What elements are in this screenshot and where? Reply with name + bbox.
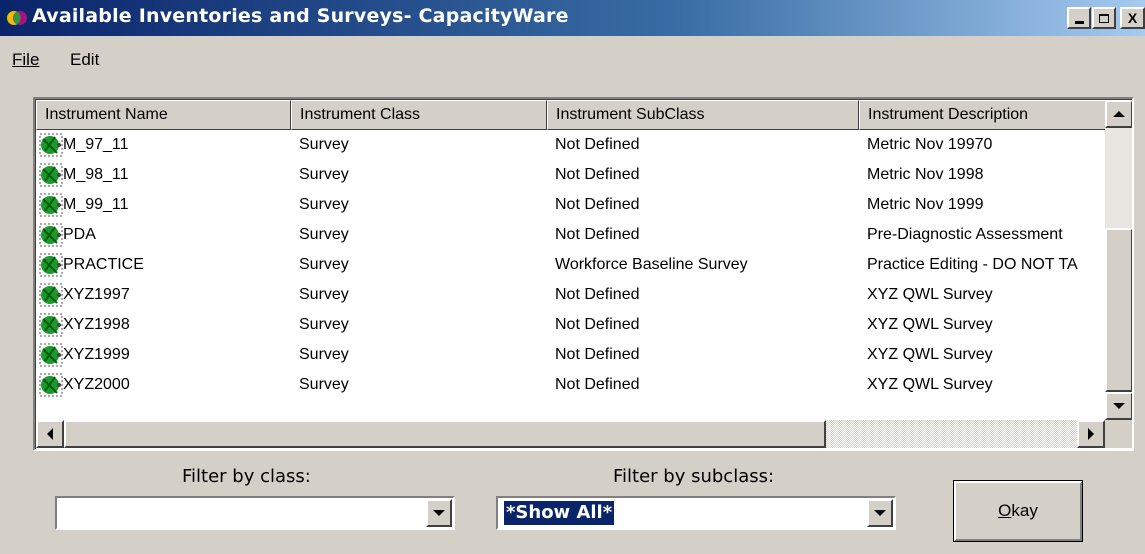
scroll-down-button[interactable] xyxy=(1105,392,1132,420)
menu-edit[interactable]: Edit xyxy=(70,50,99,70)
cell-subclass: Not Defined xyxy=(555,166,640,183)
close-button[interactable]: X xyxy=(1120,7,1145,29)
table-row[interactable]: XYZ2000 Survey Not Defined XYZ QWL Survey xyxy=(36,370,1106,400)
survey-instrument-icon xyxy=(39,313,63,337)
cell-class: Survey xyxy=(299,316,349,333)
cell-name: XYZ1997 xyxy=(63,286,130,303)
column-header-instrument-subclass[interactable]: Instrument SubClass xyxy=(547,100,859,130)
cell-subclass: Not Defined xyxy=(555,136,640,153)
menu-edit-label: Edit xyxy=(70,50,100,69)
cell-name: XYZ1999 xyxy=(63,346,130,363)
okay-button[interactable]: Okay xyxy=(953,480,1083,542)
scroll-left-button[interactable] xyxy=(36,420,64,448)
column-header-instrument-description[interactable]: Instrument Description xyxy=(859,100,1109,130)
cell-class: Survey xyxy=(299,166,349,183)
cell-subclass: Workforce Baseline Survey xyxy=(555,256,748,273)
table-row[interactable]: M_98_11 Survey Not Defined Metric Nov 1998 xyxy=(36,160,1106,190)
survey-instrument-icon xyxy=(39,373,63,397)
table-row[interactable]: XYZ1997 Survey Not Defined XYZ QWL Survey xyxy=(36,280,1106,310)
cell-class: Survey xyxy=(299,376,349,393)
cell-name: XYZ2000 xyxy=(63,376,130,393)
table-row[interactable]: XYZ1998 Survey Not Defined XYZ QWL Survey xyxy=(36,310,1106,340)
cell-class: Survey xyxy=(299,136,349,153)
cell-subclass: Not Defined xyxy=(555,316,640,333)
filter-class-dropdown-button[interactable] xyxy=(426,499,452,527)
filter-subclass-value: *Show All* xyxy=(502,500,616,526)
cell-name: M_99_11 xyxy=(63,196,129,213)
table-row[interactable]: M_97_11 Survey Not Defined Metric Nov 19970 xyxy=(36,130,1106,160)
cell-subclass: Not Defined xyxy=(555,346,640,363)
horizontal-scrollbar[interactable] xyxy=(36,420,1105,448)
maximize-button[interactable] xyxy=(1092,7,1116,29)
menu-file-label: File xyxy=(12,50,40,69)
cell-description: Metric Nov 19970 xyxy=(867,136,993,153)
chevron-down-icon xyxy=(433,510,445,516)
survey-instrument-icon xyxy=(39,133,63,157)
chevron-down-icon xyxy=(874,510,886,516)
vertical-scroll-thumb[interactable] xyxy=(1105,228,1132,392)
cell-subclass: Not Defined xyxy=(555,226,640,243)
minimize-icon xyxy=(1074,20,1084,24)
cell-subclass: Not Defined xyxy=(555,196,640,213)
cell-subclass: Not Defined xyxy=(555,376,640,393)
table-row[interactable]: M_99_11 Survey Not Defined Metric Nov 1999 xyxy=(36,190,1106,220)
table-row[interactable]: PDA Survey Not Defined Pre-Diagnostic Asses… xyxy=(36,220,1106,250)
scroll-right-button[interactable] xyxy=(1077,420,1105,448)
cell-description: XYZ QWL Survey xyxy=(867,286,993,303)
instrument-grid[interactable]: Instrument Name Instrument Class Instrum… xyxy=(33,97,1134,451)
table-row[interactable]: PRACTICE Survey Workforce Baseline Survey P… xyxy=(36,250,1106,280)
cell-description: XYZ QWL Survey xyxy=(867,316,993,333)
vertical-scrollbar[interactable] xyxy=(1105,100,1132,420)
arrow-right-icon xyxy=(1088,428,1094,440)
cell-name: M_98_11 xyxy=(63,166,129,183)
filter-subclass-dropdown-button[interactable] xyxy=(867,499,893,527)
column-header-instrument-class[interactable]: Instrument Class xyxy=(291,100,547,130)
close-icon: X xyxy=(1127,10,1138,26)
horizontal-scroll-thumb[interactable] xyxy=(64,420,826,448)
scroll-up-button[interactable] xyxy=(1105,100,1132,128)
survey-instrument-icon xyxy=(39,163,63,187)
survey-instrument-icon xyxy=(39,283,63,307)
cell-class: Survey xyxy=(299,226,349,243)
survey-instrument-icon xyxy=(39,343,63,367)
cell-class: Survey xyxy=(299,196,349,213)
cell-class: Survey xyxy=(299,256,349,273)
survey-instrument-icon xyxy=(39,193,63,217)
filter-subclass-dropdown[interactable]: *Show All* xyxy=(496,496,896,530)
cell-subclass: Not Defined xyxy=(555,286,640,303)
cell-name: PDA xyxy=(63,226,96,243)
filter-subclass-label: Filter by subclass: xyxy=(613,466,775,487)
cell-description: Metric Nov 1998 xyxy=(867,166,984,183)
menu-file[interactable]: File xyxy=(12,50,39,70)
app-logo-icon xyxy=(7,11,27,25)
arrow-left-icon xyxy=(47,428,53,440)
arrow-down-icon xyxy=(1113,403,1125,409)
filter-class-label: Filter by class: xyxy=(182,466,311,487)
cell-description: Metric Nov 1999 xyxy=(867,196,984,213)
cell-name: XYZ1998 xyxy=(63,316,130,333)
cell-description: XYZ QWL Survey xyxy=(867,346,993,363)
cell-name: M_97_11 xyxy=(63,136,129,153)
cell-description: XYZ QWL Survey xyxy=(867,376,993,393)
okay-button-label: Okay xyxy=(998,501,1038,520)
window-title: Available Inventories and Surveys- Capac… xyxy=(32,5,569,27)
filter-class-dropdown[interactable] xyxy=(55,496,455,530)
cell-description: Practice Editing - DO NOT TA xyxy=(867,256,1078,273)
survey-instrument-icon xyxy=(39,223,63,247)
cell-name: PRACTICE xyxy=(63,256,144,273)
table-row[interactable]: XYZ1999 Survey Not Defined XYZ QWL Survey xyxy=(36,340,1106,370)
column-header-instrument-name[interactable]: Instrument Name xyxy=(36,100,291,130)
survey-instrument-icon xyxy=(39,253,63,277)
menu-bar: File Edit xyxy=(0,44,1145,74)
cell-description: Pre-Diagnostic Assessment xyxy=(867,226,1063,243)
title-bar: Available Inventories and Surveys- Capac… xyxy=(0,0,1145,36)
scrollbar-corner xyxy=(1105,420,1132,448)
maximize-icon xyxy=(1099,13,1109,23)
cell-class: Survey xyxy=(299,286,349,303)
minimize-button[interactable] xyxy=(1067,7,1091,29)
cell-class: Survey xyxy=(299,346,349,363)
arrow-up-icon xyxy=(1113,111,1125,117)
